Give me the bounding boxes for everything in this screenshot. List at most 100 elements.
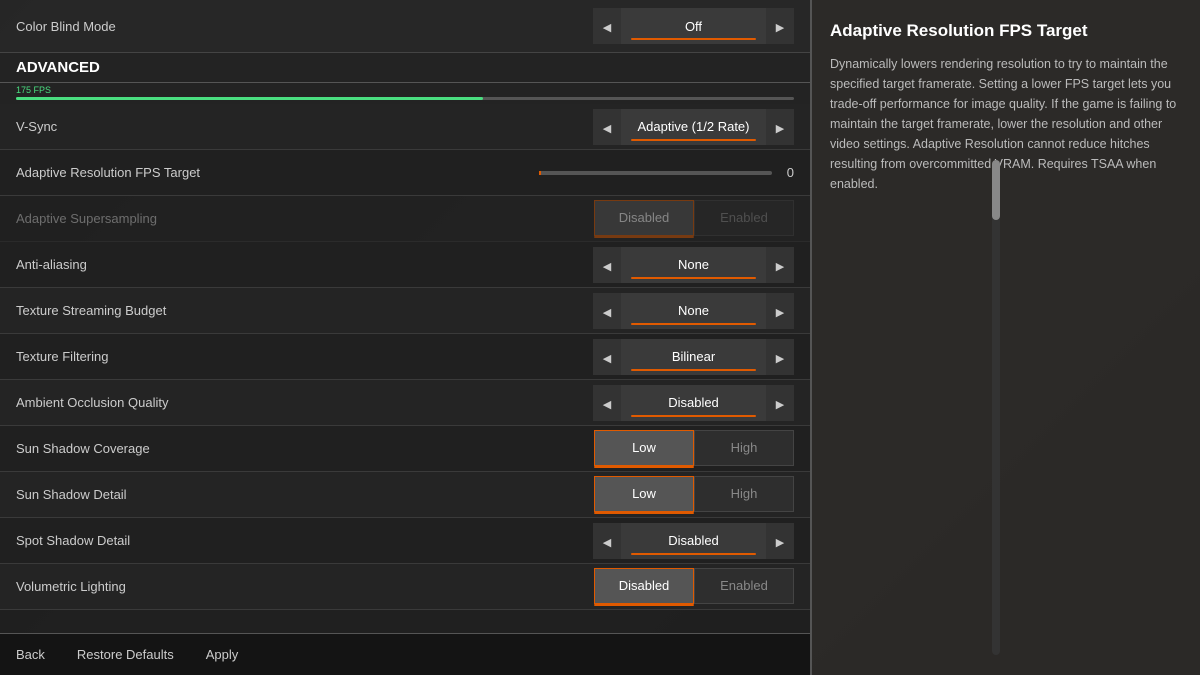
ambient-occlusion-right-btn[interactable] [766, 385, 794, 421]
texture-filtering-right-btn[interactable] [766, 339, 794, 375]
spot-shadow-detail-value-box: Disabled [621, 523, 766, 559]
arrow-right-icon [776, 303, 784, 319]
texture-streaming-row: Texture Streaming Budget None [0, 288, 810, 334]
sun-shadow-detail-high-btn[interactable]: High [694, 476, 794, 512]
vsync-label: V-Sync [16, 119, 593, 134]
spot-shadow-detail-left-btn[interactable] [593, 523, 621, 559]
ambient-occlusion-value: Disabled [668, 396, 719, 409]
texture-streaming-left-btn[interactable] [593, 293, 621, 329]
sun-shadow-coverage-right-line [694, 466, 794, 468]
fps-bar-track [16, 97, 794, 100]
color-blind-control: Off [593, 8, 794, 44]
color-blind-right-btn[interactable] [766, 8, 794, 44]
ambient-occlusion-left-btn[interactable] [593, 385, 621, 421]
texture-filtering-row: Texture Filtering Bilinear [0, 334, 810, 380]
sun-shadow-coverage-left-line [594, 466, 694, 468]
vsync-value-box: Adaptive (1/2 Rate) [621, 109, 766, 145]
texture-filtering-value: Bilinear [672, 350, 715, 363]
vsync-value: Adaptive (1/2 Rate) [637, 120, 749, 133]
fps-bar-row: 175 FPS [0, 83, 810, 104]
volumetric-lighting-label: Volumetric Lighting [16, 579, 594, 594]
arrow-right-icon [776, 257, 784, 273]
sun-shadow-coverage-label: Sun Shadow Coverage [16, 441, 594, 456]
spot-shadow-detail-value: Disabled [668, 534, 719, 547]
fps-bar-fill [16, 97, 483, 100]
ambient-occlusion-label: Ambient Occlusion Quality [16, 395, 593, 410]
advanced-label: ADVANCED [16, 59, 100, 76]
spot-shadow-detail-row: Spot Shadow Detail Disabled [0, 518, 810, 564]
spot-shadow-detail-right-btn[interactable] [766, 523, 794, 559]
settings-list: V-Sync Adaptive (1/2 Rate) Adaptive Reso… [0, 104, 810, 675]
anti-aliasing-value-box: None [621, 247, 766, 283]
anti-aliasing-value: None [678, 258, 709, 271]
adaptive-res-fill [539, 171, 541, 175]
adaptive-super-left-wrap: Disabled [594, 200, 694, 238]
back-button[interactable]: Back [16, 647, 45, 662]
texture-streaming-underline [631, 323, 756, 325]
sun-shadow-detail-low-btn[interactable]: Low [594, 476, 694, 512]
adaptive-res-label: Adaptive Resolution FPS Target [16, 165, 539, 180]
color-blind-value-box: Off [621, 8, 766, 44]
volumetric-lighting-right-line [694, 604, 794, 606]
adaptive-res-slider[interactable] [539, 171, 772, 175]
arrow-left-icon [603, 303, 611, 319]
volumetric-lighting-toggle: Disabled Enabled [594, 568, 794, 606]
sun-shadow-detail-toggle: Low High [594, 476, 794, 514]
vsync-control: Adaptive (1/2 Rate) [593, 109, 794, 145]
scrollbar-track [992, 160, 1000, 655]
arrow-left-icon [603, 349, 611, 365]
sun-shadow-coverage-left-wrap: Low [594, 430, 694, 468]
apply-button[interactable]: Apply [206, 647, 239, 662]
spot-shadow-detail-underline [631, 553, 756, 555]
anti-aliasing-label: Anti-aliasing [16, 257, 593, 272]
arrow-right-icon [776, 119, 784, 135]
anti-aliasing-left-btn[interactable] [593, 247, 621, 283]
spot-shadow-detail-label: Spot Shadow Detail [16, 533, 593, 548]
anti-aliasing-underline [631, 277, 756, 279]
adaptive-super-disabled-btn[interactable]: Disabled [594, 200, 694, 236]
texture-filtering-value-box: Bilinear [621, 339, 766, 375]
color-blind-left-btn[interactable] [593, 8, 621, 44]
info-title: Adaptive Resolution FPS Target [830, 20, 1182, 42]
anti-aliasing-control: None [593, 247, 794, 283]
adaptive-res-row: Adaptive Resolution FPS Target 0 [0, 150, 810, 196]
info-body: Dynamically lowers rendering resolution … [830, 54, 1182, 194]
scrollbar-thumb[interactable] [992, 160, 1000, 220]
volumetric-lighting-row: Volumetric Lighting Disabled Enabled [0, 564, 810, 610]
volumetric-lighting-enabled-btn[interactable]: Enabled [694, 568, 794, 604]
adaptive-super-right-wrap: Enabled [694, 200, 794, 238]
texture-filtering-control: Bilinear [593, 339, 794, 375]
adaptive-super-enabled-btn[interactable]: Enabled [694, 200, 794, 236]
texture-streaming-right-btn[interactable] [766, 293, 794, 329]
adaptive-super-label: Adaptive Supersampling [16, 211, 594, 226]
sun-shadow-coverage-row: Sun Shadow Coverage Low High [0, 426, 810, 472]
color-blind-label: Color Blind Mode [16, 19, 593, 34]
texture-filtering-underline [631, 369, 756, 371]
restore-defaults-button[interactable]: Restore Defaults [77, 647, 174, 662]
sun-shadow-detail-right-wrap: High [694, 476, 794, 514]
adaptive-super-toggle: Disabled Enabled [594, 200, 794, 238]
sun-shadow-coverage-high-btn[interactable]: High [694, 430, 794, 466]
anti-aliasing-right-btn[interactable] [766, 247, 794, 283]
vsync-underline [631, 139, 756, 141]
info-panel: Adaptive Resolution FPS Target Dynamical… [810, 0, 1200, 675]
sun-shadow-detail-right-line [694, 512, 794, 514]
volumetric-lighting-disabled-btn[interactable]: Disabled [594, 568, 694, 604]
scrollbar-area [992, 140, 1000, 635]
vsync-right-btn[interactable] [766, 109, 794, 145]
volumetric-lighting-left-line [594, 604, 694, 606]
arrow-left-icon [603, 395, 611, 411]
arrow-right-icon [776, 533, 784, 549]
adaptive-res-value: 0 [780, 165, 794, 180]
texture-streaming-control: None [593, 293, 794, 329]
bottom-bar: Back Restore Defaults Apply [0, 633, 810, 675]
arrow-right-icon [776, 395, 784, 411]
texture-streaming-value: None [678, 304, 709, 317]
texture-filtering-left-btn[interactable] [593, 339, 621, 375]
arrow-right-icon [776, 349, 784, 365]
vsync-left-btn[interactable] [593, 109, 621, 145]
arrow-left-icon [603, 119, 611, 135]
arrow-left-icon [603, 257, 611, 273]
sun-shadow-coverage-low-btn[interactable]: Low [594, 430, 694, 466]
adaptive-super-row: Adaptive Supersampling Disabled Enabled [0, 196, 810, 242]
